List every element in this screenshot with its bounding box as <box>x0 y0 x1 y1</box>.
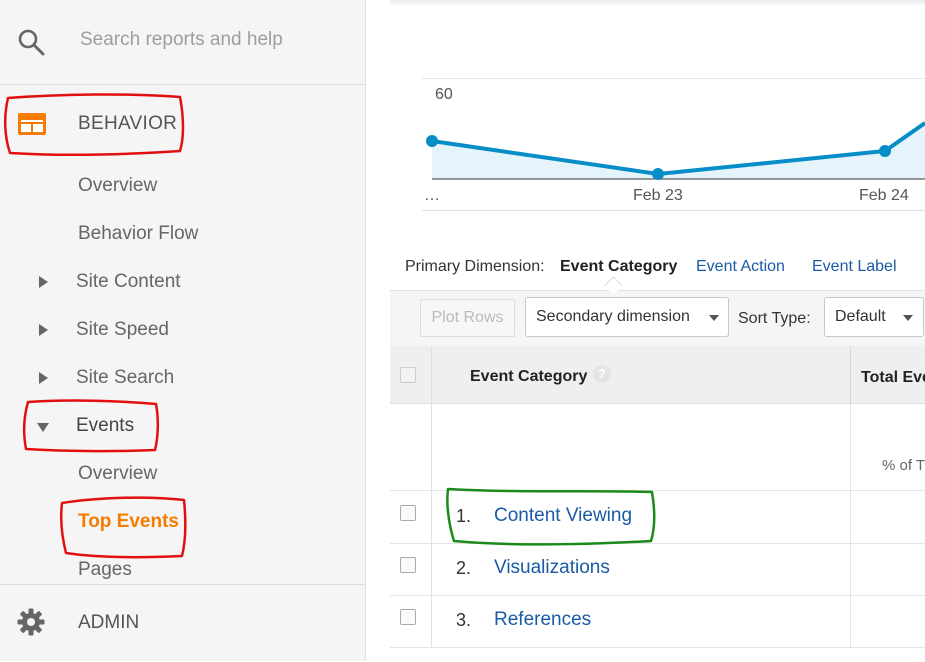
sort-type-dropdown[interactable]: Default <box>824 297 924 337</box>
row-link[interactable]: References <box>494 609 591 631</box>
column-divider <box>850 543 851 595</box>
column-divider <box>850 595 851 647</box>
table-row: 2. Visualizations <box>390 543 925 596</box>
sidebar-item-events-overview[interactable]: Overview <box>0 454 365 494</box>
sidebar-item-label: Pages <box>78 559 132 580</box>
chevron-down-icon <box>903 315 913 321</box>
sidebar-item-admin[interactable]: ADMIN <box>0 584 365 662</box>
main-content: 60 … Feb 23 Feb 24 Primary Dimension: Ev… <box>366 0 925 661</box>
sidebar-item-behavior-flow[interactable]: Behavior Flow <box>0 214 365 254</box>
plot-rows-button[interactable]: Plot Rows <box>420 299 515 337</box>
sidebar-item-label: Events <box>76 415 135 436</box>
dimension-event-label[interactable]: Event Label <box>812 258 897 276</box>
x-axis-label: Feb 24 <box>859 187 909 204</box>
row-link[interactable]: Visualizations <box>494 557 610 579</box>
table-row: 3. References <box>390 595 925 648</box>
summary-row: % of T <box>390 404 925 491</box>
sidebar-section-behavior[interactable]: BEHAVIOR <box>0 96 365 156</box>
expand-arrow-icon[interactable] <box>39 276 48 288</box>
secondary-dimension-dropdown[interactable]: Secondary dimension <box>525 297 729 337</box>
sidebar-item-label: Site Content <box>76 271 181 292</box>
row-number: 3. <box>456 610 472 630</box>
admin-label: ADMIN <box>78 612 140 633</box>
column-header-event-category[interactable]: Event Category <box>470 368 587 386</box>
expand-arrow-icon[interactable] <box>39 324 48 336</box>
checkbox-column <box>390 404 432 490</box>
row-number: 2. <box>456 558 472 578</box>
row-checkbox[interactable] <box>400 557 416 573</box>
row-number: 1. <box>456 506 472 526</box>
expand-arrow-icon[interactable] <box>39 372 48 384</box>
dimension-event-action[interactable]: Event Action <box>696 258 785 276</box>
help-icon[interactable]: ? <box>593 365 611 383</box>
sidebar-item-label: Behavior Flow <box>78 223 199 244</box>
column-header-total-events[interactable]: Total Eve <box>861 369 925 387</box>
column-divider <box>850 346 851 403</box>
secondary-dimension-label: Secondary dimension <box>536 308 690 325</box>
column-divider <box>850 491 851 543</box>
sidebar-item-label: Site Speed <box>76 319 169 340</box>
sidebar-item-events[interactable]: Events <box>0 406 365 446</box>
sort-type-value: Default <box>835 308 886 325</box>
row-checkbox[interactable] <box>400 505 416 521</box>
collapse-arrow-icon[interactable] <box>37 423 49 432</box>
chevron-down-icon <box>709 315 719 321</box>
header-shadow <box>390 0 925 6</box>
search-input[interactable]: Search reports and help <box>80 29 283 51</box>
x-axis-label: … <box>424 187 440 204</box>
sidebar-item-label: Overview <box>78 175 158 196</box>
checkbox-column <box>390 543 432 595</box>
checkbox-column <box>390 346 432 403</box>
sidebar-item-site-speed[interactable]: Site Speed <box>0 310 365 350</box>
sidebar-section-label: BEHAVIOR <box>78 113 178 134</box>
sidebar-item-site-content[interactable]: Site Content <box>0 262 365 302</box>
gear-icon <box>17 608 45 636</box>
table-toolbar: Plot Rows Secondary dimension Sort Type:… <box>390 290 925 348</box>
chart-point <box>652 168 664 180</box>
dimension-event-category[interactable]: Event Category <box>560 258 677 276</box>
row-link[interactable]: Content Viewing <box>494 505 632 527</box>
x-axis-label: Feb 23 <box>633 187 683 204</box>
table-header: Event Category ? Total Eve <box>390 346 925 404</box>
summary-percent-label: % of T <box>882 457 925 474</box>
sidebar-item-top-events[interactable]: Top Events <box>0 502 365 542</box>
primary-dimension-label: Primary Dimension: <box>405 258 545 275</box>
sidebar-item-site-search[interactable]: Site Search <box>0 358 365 398</box>
column-divider <box>850 404 851 490</box>
events-chart: 60 … Feb 23 Feb 24 <box>422 78 925 213</box>
select-all-checkbox[interactable] <box>400 367 416 383</box>
row-checkbox[interactable] <box>400 609 416 625</box>
chart-point <box>879 145 891 157</box>
sidebar-item-label: Site Search <box>76 367 175 388</box>
sidebar-item-label: Top Events <box>78 511 179 532</box>
search-bar[interactable]: Search reports and help <box>0 0 365 85</box>
sidebar-item-label: Overview <box>78 463 158 484</box>
table-row: 1. Content Viewing <box>390 491 925 544</box>
search-icon <box>18 29 45 56</box>
sort-type-label: Sort Type: <box>738 310 811 327</box>
checkbox-column <box>390 595 432 647</box>
chart-point <box>426 135 438 147</box>
sidebar-item-overview[interactable]: Overview <box>0 166 365 206</box>
checkbox-column <box>390 491 432 543</box>
sidebar: Search reports and help BEHAVIOR Overvie… <box>0 0 366 661</box>
behavior-icon <box>18 113 46 135</box>
